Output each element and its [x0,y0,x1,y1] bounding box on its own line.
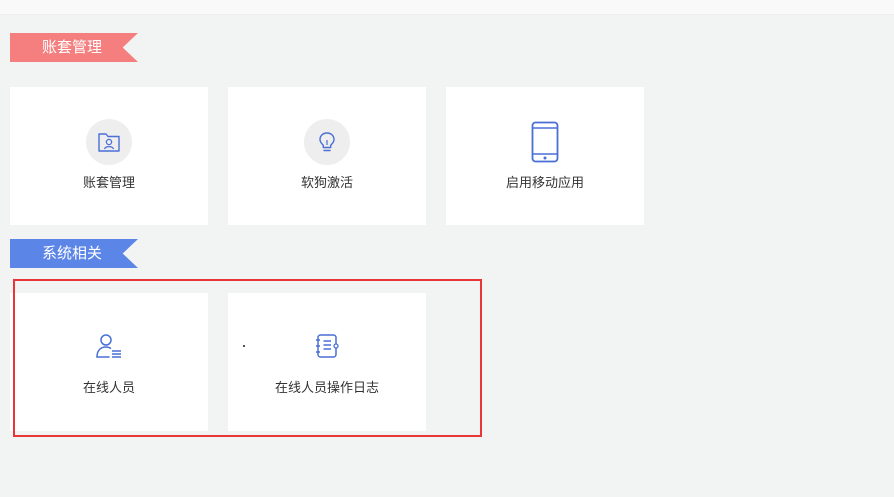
section-tag-account: 账套管理 [10,33,138,62]
card-label: 软狗激活 [300,176,353,191]
card-softdog-activation[interactable]: 软狗激活 [228,87,426,225]
section-tag-system: 系统相关 [10,239,138,268]
top-strip [0,0,894,15]
card-account-management[interactable]: 账套管理 [10,87,208,225]
card-label: 启用移动应用 [505,176,584,191]
card-label: 账套管理 [82,176,135,191]
notebook-log-icon [314,333,340,359]
stray-dot [243,345,245,347]
card-label: 在线人员操作日志 [274,381,379,396]
online-user-icon [95,333,123,359]
card-label: 在线人员 [82,381,135,396]
mobile-phone-icon [531,121,559,163]
card-enable-mobile-app[interactable]: 启用移动应用 [446,87,644,225]
lightbulb-icon [304,119,350,165]
card-online-user-logs[interactable]: 在线人员操作日志 [228,293,426,431]
card-online-users[interactable]: 在线人员 [10,293,208,431]
folder-user-icon [86,119,132,165]
